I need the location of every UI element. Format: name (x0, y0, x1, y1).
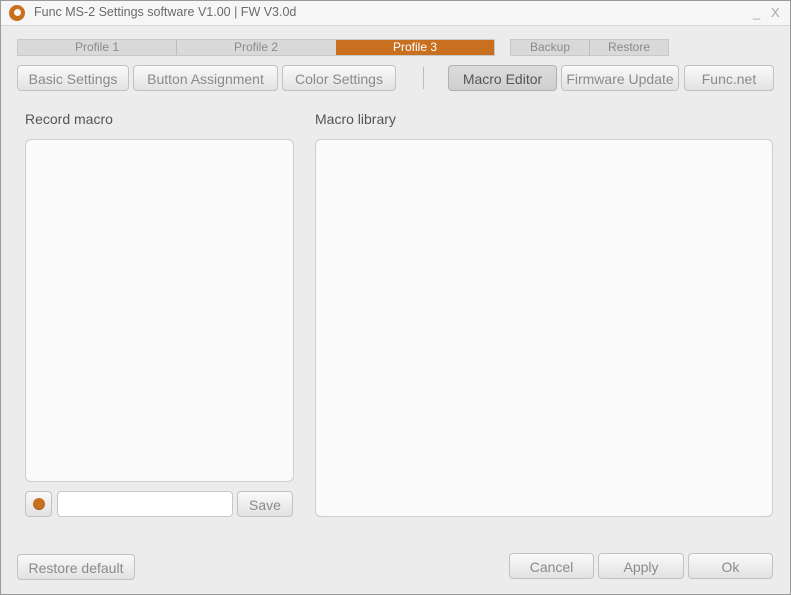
macro-library-label: Macro library (315, 111, 396, 127)
restore-button[interactable]: Restore (589, 40, 668, 55)
tab-profile-1[interactable]: Profile 1 (18, 40, 176, 55)
minimize-button[interactable]: _ (753, 5, 760, 20)
app-window: Func MS-2 Settings software V1.00 | FW V… (0, 0, 791, 595)
nav-macro-editor-button[interactable]: Macro Editor (448, 65, 557, 91)
func-logo-icon (9, 5, 25, 21)
close-button[interactable]: X (771, 5, 780, 20)
nav-basic-settings-button[interactable]: Basic Settings (17, 65, 129, 91)
title-bar: Func MS-2 Settings software V1.00 | FW V… (1, 1, 790, 26)
restore-default-button[interactable]: Restore default (17, 554, 135, 580)
nav-func-net-button[interactable]: Func.net (684, 65, 774, 91)
ok-button[interactable]: Ok (688, 553, 773, 579)
nav-firmware-update-button[interactable]: Firmware Update (561, 65, 679, 91)
tab-profile-3[interactable]: Profile 3 (336, 40, 494, 55)
nav-color-settings-button[interactable]: Color Settings (282, 65, 396, 91)
record-dot-icon (33, 498, 45, 510)
record-button[interactable] (25, 491, 52, 517)
apply-button[interactable]: Apply (598, 553, 684, 579)
save-macro-button[interactable]: Save (237, 491, 293, 517)
macro-library-panel[interactable] (315, 139, 773, 517)
nav-divider (423, 67, 424, 89)
tab-profile-2[interactable]: Profile 2 (176, 40, 335, 55)
record-macro-panel[interactable] (25, 139, 294, 482)
backup-restore-bar: Backup Restore (510, 39, 669, 56)
cancel-button[interactable]: Cancel (509, 553, 594, 579)
record-macro-label: Record macro (25, 111, 113, 127)
window-title: Func MS-2 Settings software V1.00 | FW V… (34, 5, 297, 19)
profile-tabs: Profile 1 Profile 2 Profile 3 (17, 39, 495, 56)
macro-name-input[interactable] (57, 491, 233, 517)
backup-button[interactable]: Backup (511, 40, 589, 55)
nav-button-assignment-button[interactable]: Button Assignment (133, 65, 278, 91)
